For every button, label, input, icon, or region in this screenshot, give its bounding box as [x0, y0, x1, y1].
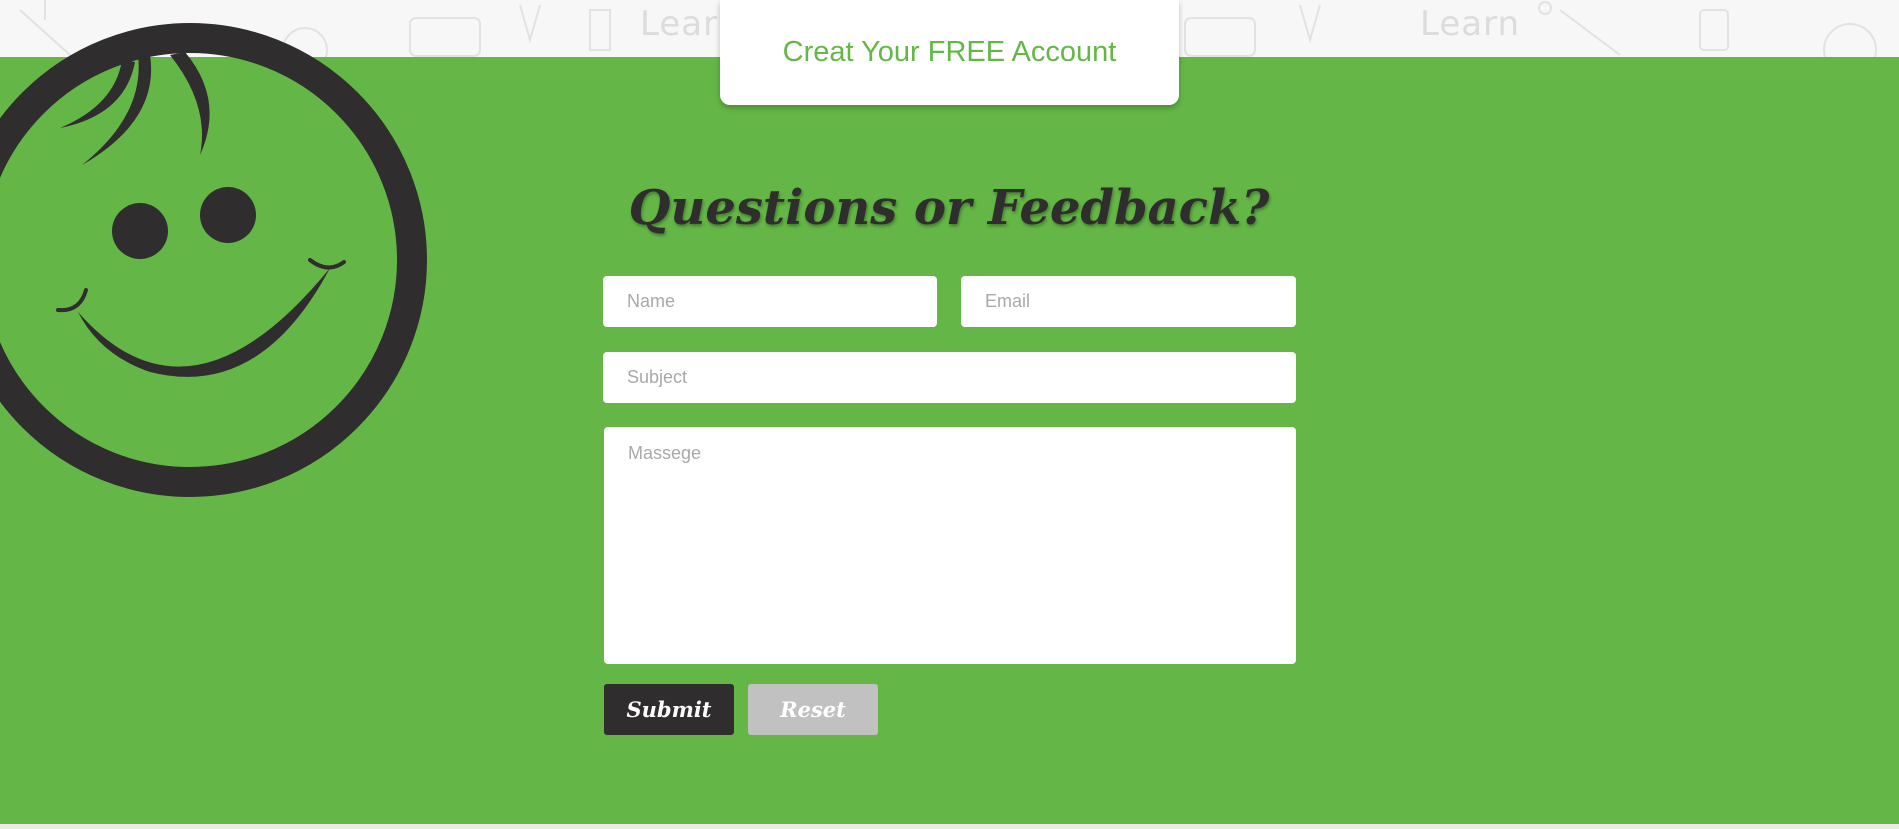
doodle-word: Learn: [1420, 4, 1521, 44]
message-textarea[interactable]: [604, 427, 1296, 664]
subject-input[interactable]: [603, 352, 1296, 403]
create-account-button[interactable]: Creat Your FREE Account: [720, 0, 1179, 105]
email-input[interactable]: [961, 276, 1296, 327]
bottom-divider: [0, 824, 1899, 829]
page-title: Questions or Feedback?: [628, 180, 1270, 236]
reset-button[interactable]: Reset: [748, 684, 878, 735]
submit-button[interactable]: Submit: [604, 684, 734, 735]
smiley-face-icon: [0, 23, 427, 497]
name-input[interactable]: [603, 276, 937, 327]
